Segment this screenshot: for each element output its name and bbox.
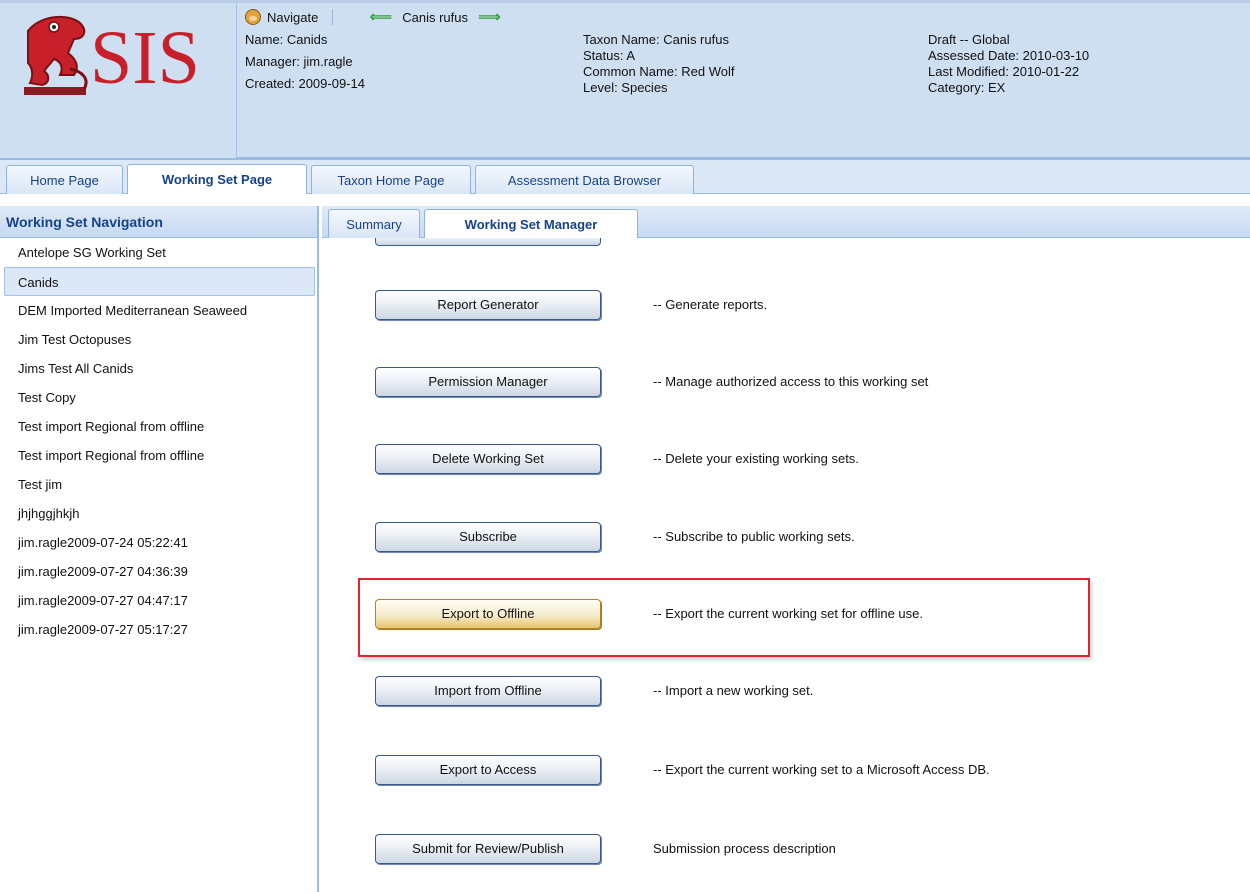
working-set-name: Name: Canids <box>245 32 328 47</box>
monkey-icon[interactable] <box>245 9 261 25</box>
list-item[interactable]: jim.ragle2009-07-27 05:17:27 <box>0 615 317 644</box>
working-set-list: Antelope SG Working Set Canids DEM Impor… <box>0 238 317 644</box>
export-to-offline-description: -- Export the current working set for of… <box>653 606 923 621</box>
working-set-manager-content: Report Generator -- Generate reports. Pe… <box>322 238 1250 892</box>
divider <box>332 9 334 25</box>
app-header: SIS Navigate ⟸ Canis rufus ⟹ Name: Canid… <box>0 0 1250 160</box>
list-item[interactable]: Test jim <box>0 470 317 499</box>
tab-home-page[interactable]: Home Page <box>6 165 123 194</box>
sis-logo-icon: SIS <box>24 15 200 100</box>
submit-for-review-description: Submission process description <box>653 841 836 856</box>
taxon-name: Taxon Name: Canis rufus <box>583 32 729 47</box>
list-item[interactable]: jim.ragle2009-07-27 04:47:17 <box>0 586 317 615</box>
working-set-info: Name: Canids Manager: jim.ragle Created:… <box>245 29 365 95</box>
working-set-navigation-panel: Working Set Navigation Antelope SG Worki… <box>0 206 319 892</box>
arrow-right-icon[interactable]: ⟹ <box>478 7 501 27</box>
delete-working-set-button[interactable]: Delete Working Set <box>375 444 601 474</box>
taxon-info: Taxon Name: Canis rufus Status: A Common… <box>583 32 734 96</box>
delete-working-set-description: -- Delete your existing working sets. <box>653 451 859 466</box>
taxon-common-name: Common Name: Red Wolf <box>583 64 735 79</box>
arrow-left-icon[interactable]: ⟸ <box>369 7 392 27</box>
taxon-level: Level: Species <box>583 80 668 95</box>
permission-manager-button[interactable]: Permission Manager <box>375 367 601 397</box>
import-from-offline-button[interactable]: Import from Offline <box>375 676 601 706</box>
list-item[interactable]: Jim Test Octopuses <box>0 325 317 354</box>
subscribe-description: -- Subscribe to public working sets. <box>653 529 855 544</box>
list-item[interactable]: Test import Regional from offline <box>0 441 317 470</box>
assessment-category: Category: EX <box>928 80 1006 95</box>
tab-working-set-page[interactable]: Working Set Page <box>127 164 307 194</box>
taxon-status: Status: A <box>583 48 636 63</box>
assessment-date: Assessed Date: 2010-03-10 <box>928 48 1090 63</box>
working-set-created: Created: 2009-09-14 <box>245 76 365 91</box>
assessment-draft: Draft -- Global <box>928 32 1010 47</box>
logo-area: SIS <box>0 3 237 158</box>
current-taxon: Canis rufus <box>402 9 468 25</box>
assessment-modified: Last Modified: 2010-01-22 <box>928 64 1080 79</box>
list-item[interactable]: jim.ragle2009-07-27 04:36:39 <box>0 557 317 586</box>
tab-taxon-home-page[interactable]: Taxon Home Page <box>311 165 471 194</box>
report-generator-description: -- Generate reports. <box>653 297 768 312</box>
subscribe-button[interactable]: Subscribe <box>375 522 601 552</box>
navigate-bar: Navigate ⟸ Canis rufus ⟹ <box>245 7 511 27</box>
tab-working-set-manager[interactable]: Working Set Manager <box>424 209 638 239</box>
list-item-selected[interactable]: Canids <box>4 267 315 296</box>
list-item[interactable]: Antelope SG Working Set <box>0 238 317 267</box>
export-to-access-button[interactable]: Export to Access <box>375 755 601 785</box>
assessment-info: Draft -- Global Assessed Date: 2010-03-1… <box>928 32 1089 96</box>
working-set-manager: Manager: jim.ragle <box>245 54 353 69</box>
export-to-offline-button[interactable]: Export to Offline <box>375 599 601 629</box>
import-from-offline-description: -- Import a new working set. <box>653 683 814 698</box>
list-item[interactable]: jhjhggjhkjh <box>0 499 317 528</box>
list-item[interactable]: DEM Imported Mediterranean Seaweed <box>0 296 317 325</box>
clipped-button[interactable] <box>375 238 601 246</box>
permission-manager-description: -- Manage authorized access to this work… <box>653 374 929 389</box>
report-generator-button[interactable]: Report Generator <box>375 290 601 320</box>
list-item[interactable]: jim.ragle2009-07-24 05:22:41 <box>0 528 317 557</box>
navigate-label[interactable]: Navigate <box>267 10 318 25</box>
list-item[interactable]: Jims Test All Canids <box>0 354 317 383</box>
panel-title: Working Set Navigation <box>0 206 317 238</box>
tab-summary[interactable]: Summary <box>328 209 420 238</box>
submit-for-review-button[interactable]: Submit for Review/Publish <box>375 834 601 864</box>
svg-text:SIS: SIS <box>90 16 200 100</box>
export-to-access-description: -- Export the current working set to a M… <box>653 762 990 777</box>
list-item[interactable]: Test import Regional from offline <box>0 412 317 441</box>
tab-assessment-data-browser[interactable]: Assessment Data Browser <box>475 165 694 194</box>
main-tab-bar: Home Page Working Set Page Taxon Home Pa… <box>0 160 1250 194</box>
list-item[interactable]: Test Copy <box>0 383 317 412</box>
sub-tab-bar: Summary Working Set Manager <box>322 206 1250 239</box>
